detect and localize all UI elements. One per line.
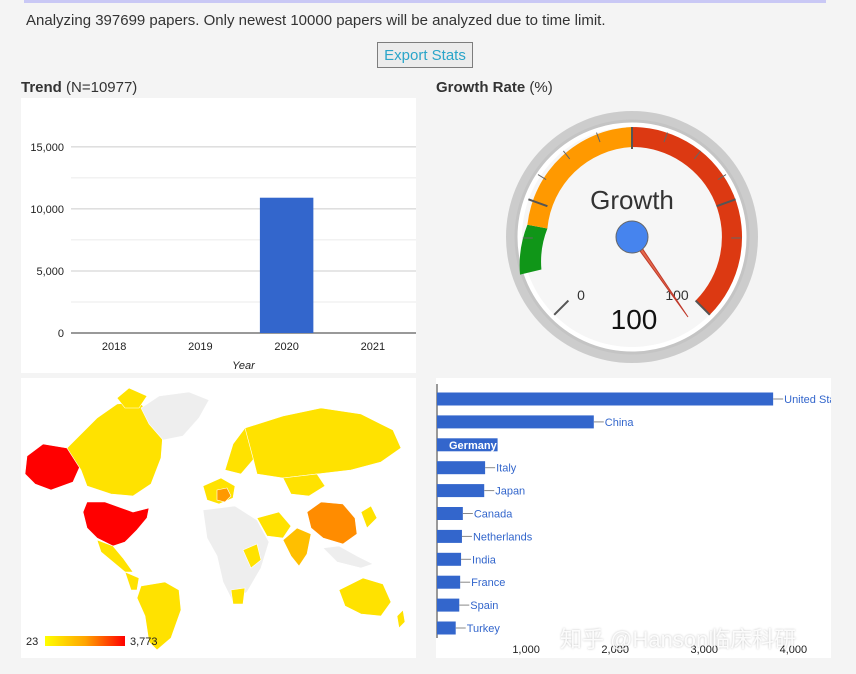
country-bar-label: Germany <box>449 440 498 452</box>
map-region-usa[interactable] <box>82 501 150 547</box>
country-bar-label: Japan <box>495 486 525 498</box>
trend-y-tick-label: 10,000 <box>30 204 64 216</box>
country-bar-label: China <box>605 417 635 429</box>
map-legend-gradient <box>45 636 125 646</box>
top-rule <box>24 0 826 3</box>
world-map-panel: 23 3,773 <box>21 378 416 658</box>
country-bar-united-sta <box>437 392 774 406</box>
country-bar-spain <box>437 598 460 612</box>
gauge-value: 100 <box>611 304 658 335</box>
trend-title-count: (N=10977) <box>61 79 138 96</box>
map-legend-max: 3,773 <box>130 636 158 648</box>
trend-bar-2020 <box>259 197 314 333</box>
country-bar-india <box>437 552 462 566</box>
world-map: 23 3,773 <box>24 387 406 651</box>
country-chart: United Sta China Germany Italy Japan Canada Ne… <box>436 384 836 656</box>
map-region-central-asia[interactable] <box>282 473 326 497</box>
country-bar-netherlands <box>437 529 462 543</box>
map-region-south-africa[interactable] <box>230 587 246 605</box>
analysis-status-text: Analyzing 397699 papers. Only newest 100… <box>26 12 606 29</box>
trend-chart: 0 5,000 10,000 15,000 2018 2019 2020 2021 Year <box>30 142 416 372</box>
map-region-india[interactable] <box>282 527 312 567</box>
country-x-tick-label: 1,000 <box>512 644 540 656</box>
trend-y-tick-label: 0 <box>58 328 64 340</box>
trend-x-tick-label: 2020 <box>274 341 298 353</box>
map-region-australia[interactable] <box>338 577 392 617</box>
map-region-japan[interactable] <box>360 505 378 529</box>
growth-title-unit: (%) <box>525 79 553 96</box>
country-bar-japan <box>437 484 485 498</box>
trend-x-tick-label: 2019 <box>188 341 212 353</box>
country-bar-label: Netherlands <box>473 531 533 543</box>
map-region-new-zealand[interactable] <box>396 609 406 629</box>
country-bar-label: France <box>471 577 505 589</box>
trend-x-tick-label: 2021 <box>361 341 385 353</box>
growth-title-bold: Growth Rate <box>436 79 526 96</box>
country-bar-label: United Sta <box>784 394 831 406</box>
country-bar-turkey <box>437 621 456 635</box>
map-region-china[interactable] <box>306 501 358 545</box>
gauge-min-label: 0 <box>577 287 585 303</box>
country-bar-china <box>437 415 594 429</box>
growth-gauge: Growth 0 100 100 <box>506 111 758 363</box>
map-region-russia[interactable] <box>244 407 402 479</box>
trend-chart-panel: 0 5,000 10,000 15,000 2018 2019 2020 2021 Year <box>21 98 416 373</box>
growth-gauge-panel: Growth 0 100 100 <box>490 105 775 370</box>
map-legend-min: 23 <box>26 636 38 648</box>
trend-y-tick-label: 15,000 <box>30 142 64 154</box>
export-stats-button[interactable]: Export Stats <box>377 42 473 68</box>
map-region-southeast-asia[interactable] <box>322 545 374 569</box>
country-bar-france <box>437 575 461 589</box>
country-chart-panel: United Sta China Germany Italy Japan Canada Ne… <box>436 378 836 658</box>
country-bar-label: Spain <box>470 600 498 612</box>
map-region-central-america[interactable] <box>124 571 140 591</box>
trend-y-tick-label: 5,000 <box>36 266 64 278</box>
country-bar-label: India <box>472 554 497 566</box>
trend-title-bold: Trend <box>21 79 62 96</box>
gauge-needle-hub <box>615 220 649 254</box>
trend-x-tick-label: 2018 <box>102 341 126 353</box>
country-bar-italy <box>437 461 486 475</box>
gauge-label: Growth <box>590 185 674 215</box>
trend-x-axis-title: Year <box>232 360 256 372</box>
country-bar-label: Turkey <box>467 623 501 635</box>
country-bar-label: Italy <box>496 463 517 475</box>
country-bar-label: Canada <box>474 509 513 521</box>
watermark-text: 知乎 @Hanson临床科研 <box>560 627 797 652</box>
growth-title: Growth Rate (%) <box>436 79 553 96</box>
country-bar-canada <box>437 507 463 520</box>
trend-title: Trend (N=10977) <box>21 79 137 96</box>
